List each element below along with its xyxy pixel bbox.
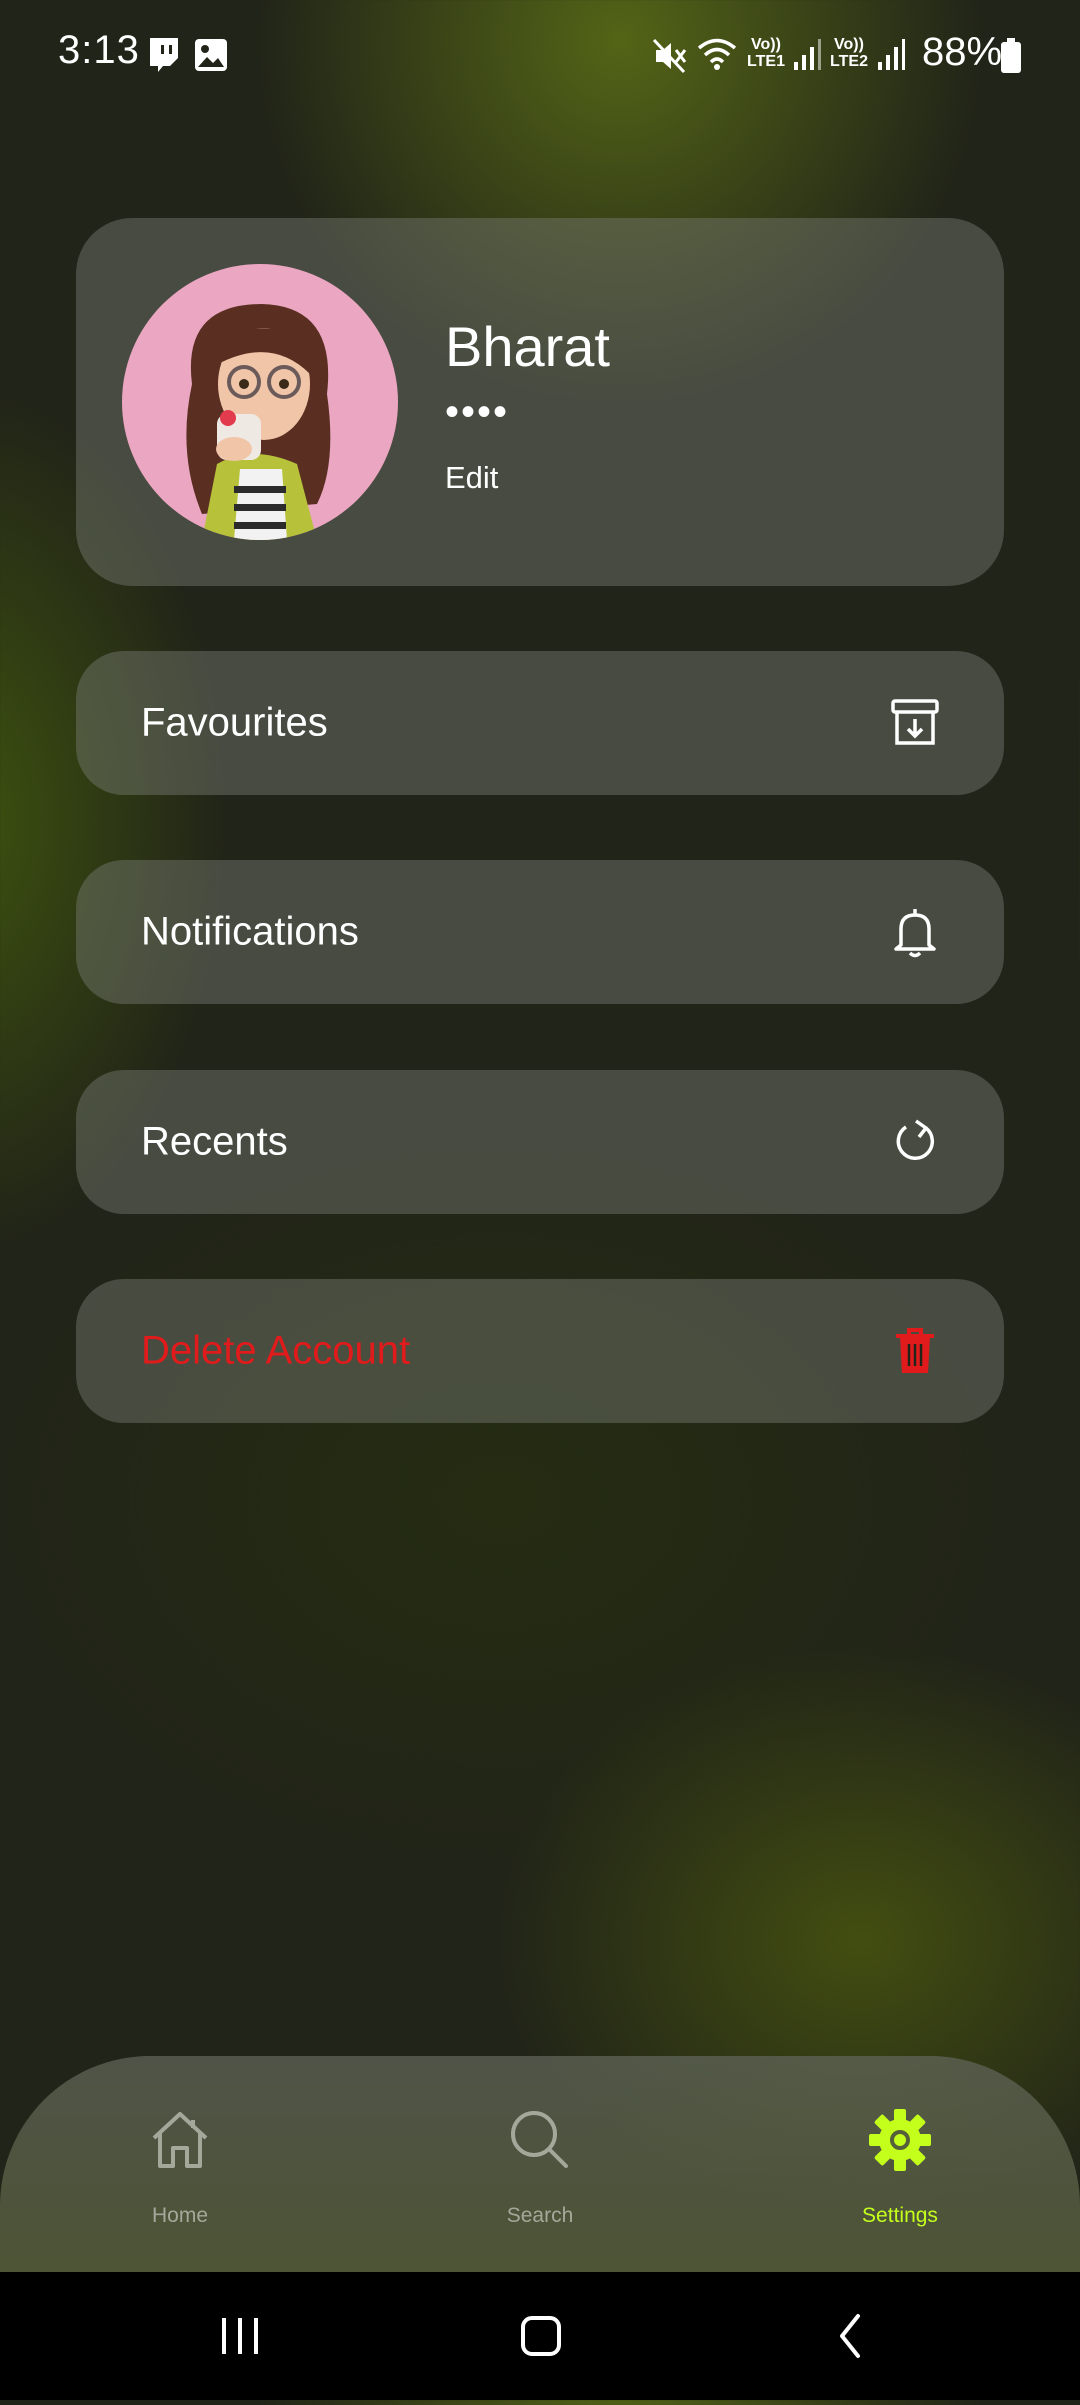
profile-name: Bharat	[445, 315, 610, 378]
nav-item-search[interactable]: Search	[440, 2056, 640, 2272]
system-navigation-bar	[0, 2272, 1080, 2400]
back-button[interactable]	[770, 2272, 930, 2400]
recents-button[interactable]	[160, 2272, 320, 2400]
search-icon	[506, 2106, 574, 2174]
status-time: 3:13	[58, 28, 140, 72]
gallery-icon	[194, 38, 228, 77]
nav-label: Search	[506, 2204, 574, 2227]
edit-profile-link[interactable]: Edit	[445, 460, 498, 496]
menu-item-label: Favourites	[141, 700, 328, 745]
signal-icon	[792, 38, 822, 77]
delete-account-button[interactable]: Delete Account	[76, 1279, 1004, 1423]
battery-percent: 88%	[922, 30, 1003, 74]
menu-item-favourites[interactable]: Favourites	[76, 651, 1004, 795]
bell-icon	[888, 905, 942, 959]
menu-item-notifications[interactable]: Notifications	[76, 860, 1004, 1004]
status-bar: 3:13 Vo)) LTE1 Vo)) LTE2 88%	[0, 0, 1080, 110]
menu-item-label: Recents	[141, 1119, 288, 1164]
volte-lte1-indicator: Vo)) LTE1	[747, 36, 785, 70]
nav-item-home[interactable]: Home	[80, 2056, 280, 2272]
bottom-nav: Home Search Settings	[0, 2056, 1080, 2272]
trash-icon	[888, 1324, 942, 1378]
nav-label: Home	[151, 2204, 209, 2227]
gear-icon	[866, 2106, 934, 2174]
menu-item-recents[interactable]: Recents	[76, 1070, 1004, 1214]
signal-icon	[876, 38, 906, 77]
refresh-icon	[888, 1115, 942, 1169]
profile-card: Bharat •••• Edit	[76, 218, 1004, 586]
archive-icon	[888, 696, 942, 750]
volte-lte2-indicator: Vo)) LTE2	[830, 36, 868, 70]
menu-item-label: Notifications	[141, 909, 359, 954]
profile-masked-text: ••••	[445, 390, 510, 434]
avatar[interactable]	[122, 264, 398, 540]
nav-label: Settings	[862, 2204, 938, 2227]
battery-icon	[1000, 38, 1022, 79]
home-icon	[146, 2106, 214, 2174]
twitch-icon	[146, 36, 182, 79]
home-button[interactable]	[460, 2272, 620, 2400]
menu-item-label: Delete Account	[141, 1328, 411, 1373]
wifi-icon	[696, 36, 738, 77]
mute-icon	[652, 38, 688, 79]
nav-item-settings[interactable]: Settings	[800, 2056, 1000, 2272]
